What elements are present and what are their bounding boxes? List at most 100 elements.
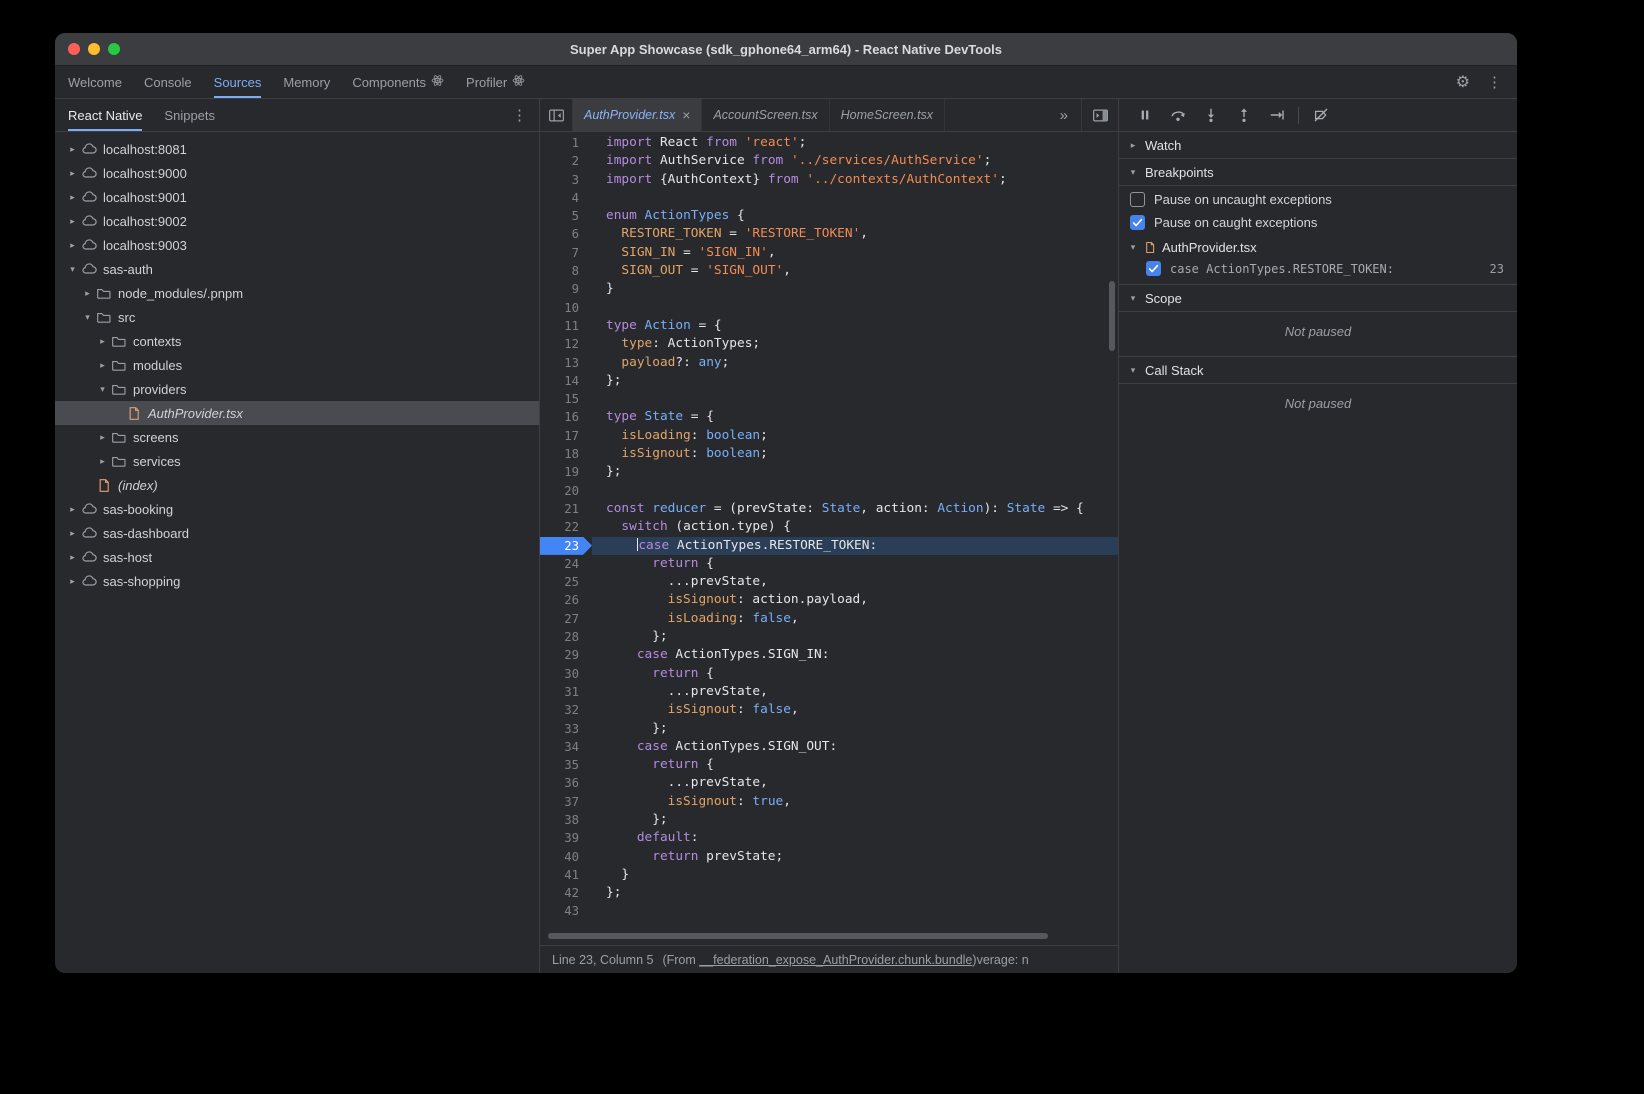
tab-sources[interactable]: Sources	[214, 66, 262, 98]
code-text[interactable]: const reducer = (prevState: State, actio…	[592, 500, 1118, 518]
tree-item-localhost-9003[interactable]: ▸localhost:9003	[55, 233, 539, 257]
more-options-kebab-icon[interactable]: ⋮	[1487, 73, 1502, 91]
line-number[interactable]: 28	[540, 628, 592, 646]
breakpoints-section-header[interactable]: ▾ Breakpoints	[1119, 159, 1517, 186]
code-text[interactable]: RESTORE_TOKEN = 'RESTORE_TOKEN',	[592, 225, 1118, 243]
code-text[interactable]: case ActionTypes.RESTORE_TOKEN:	[592, 537, 1118, 555]
disclosure-collapsed-icon[interactable]: ▸	[65, 504, 80, 515]
line-number[interactable]: 10	[540, 299, 592, 317]
code-text[interactable]: SIGN_OUT = 'SIGN_OUT',	[592, 262, 1118, 280]
pause-icon[interactable]	[1128, 102, 1161, 129]
line-number[interactable]: 13	[540, 354, 592, 372]
line-number[interactable]: 42	[540, 884, 592, 902]
code-text[interactable]: return {	[592, 665, 1118, 683]
tree-item-src[interactable]: ▾src	[55, 305, 539, 329]
breakpoint-entry[interactable]: case ActionTypes.RESTORE_TOKEN:23	[1119, 258, 1517, 279]
line-number[interactable]: 5	[540, 207, 592, 225]
line-number[interactable]: 40	[540, 848, 592, 866]
disclosure-expanded-icon[interactable]: ▾	[1128, 293, 1138, 304]
tree-item-sas-booking[interactable]: ▸sas-booking	[55, 497, 539, 521]
file-tab-authprovider-tsx[interactable]: AuthProvider.tsx×	[573, 99, 702, 131]
code-text[interactable]: isSignout: true,	[592, 793, 1118, 811]
line-number[interactable]: 7	[540, 244, 592, 262]
pause-uncaught-checkbox[interactable]	[1130, 192, 1145, 207]
line-number[interactable]: 12	[540, 335, 592, 353]
disclosure-collapsed-icon[interactable]: ▸	[65, 552, 80, 563]
line-number[interactable]: 22	[540, 518, 592, 536]
tree-item-services[interactable]: ▸services	[55, 449, 539, 473]
breakpoint-line-number[interactable]: 23	[540, 537, 592, 555]
code-text[interactable]: type State = {	[592, 408, 1118, 426]
code-text[interactable]: }	[592, 866, 1118, 884]
tree-item-localhost-9002[interactable]: ▸localhost:9002	[55, 209, 539, 233]
line-number[interactable]: 30	[540, 665, 592, 683]
code-text[interactable]: isSignout: false,	[592, 701, 1118, 719]
minimize-window-button[interactable]	[88, 43, 100, 55]
tab-welcome[interactable]: Welcome	[68, 66, 122, 98]
line-number[interactable]: 21	[540, 500, 592, 518]
code-text[interactable]: import React from 'react';	[592, 134, 1118, 152]
navigator-tab-snippets[interactable]: Snippets	[164, 99, 215, 131]
code-text[interactable]: };	[592, 720, 1118, 738]
tree-item-localhost-8081[interactable]: ▸localhost:8081	[55, 137, 539, 161]
line-number[interactable]: 37	[540, 793, 592, 811]
code-text[interactable]: ...prevState,	[592, 683, 1118, 701]
step-icon[interactable]	[1260, 102, 1293, 129]
tree-item-localhost-9001[interactable]: ▸localhost:9001	[55, 185, 539, 209]
disclosure-collapsed-icon[interactable]: ▸	[95, 336, 110, 347]
line-number[interactable]: 36	[540, 774, 592, 792]
toggle-navigator-panel-icon[interactable]	[540, 99, 573, 131]
line-number[interactable]: 38	[540, 811, 592, 829]
tree-item-sas-dashboard[interactable]: ▸sas-dashboard	[55, 521, 539, 545]
line-number[interactable]: 29	[540, 646, 592, 664]
disclosure-collapsed-icon[interactable]: ▸	[1128, 140, 1138, 151]
code-text[interactable]	[592, 299, 1118, 317]
code-text[interactable]: switch (action.type) {	[592, 518, 1118, 536]
line-number[interactable]: 11	[540, 317, 592, 335]
step-out-icon[interactable]	[1227, 102, 1260, 129]
close-window-button[interactable]	[68, 43, 80, 55]
line-number[interactable]: 17	[540, 427, 592, 445]
code-text[interactable]: default:	[592, 829, 1118, 847]
disclosure-collapsed-icon[interactable]: ▸	[65, 240, 80, 251]
tab-memory[interactable]: Memory	[283, 66, 330, 98]
code-text[interactable]: payload?: any;	[592, 354, 1118, 372]
code-text[interactable]	[592, 902, 1118, 920]
line-number[interactable]: 19	[540, 463, 592, 481]
line-number[interactable]: 1	[540, 134, 592, 152]
line-number[interactable]: 26	[540, 591, 592, 609]
line-number[interactable]: 32	[540, 701, 592, 719]
line-number[interactable]: 24	[540, 555, 592, 573]
code-text[interactable]: ...prevState,	[592, 573, 1118, 591]
code-text[interactable]: case ActionTypes.SIGN_OUT:	[592, 738, 1118, 756]
pause-caught-checkbox[interactable]	[1130, 215, 1145, 230]
tree-item-localhost-9000[interactable]: ▸localhost:9000	[55, 161, 539, 185]
line-number[interactable]: 18	[540, 445, 592, 463]
code-text[interactable]: isLoading: boolean;	[592, 427, 1118, 445]
tree-item-contexts[interactable]: ▸contexts	[55, 329, 539, 353]
tree-item-sas-auth[interactable]: ▾sas-auth	[55, 257, 539, 281]
line-number[interactable]: 33	[540, 720, 592, 738]
deactivate-breakpoints-icon[interactable]	[1304, 102, 1337, 129]
line-number[interactable]: 2	[540, 152, 592, 170]
code-text[interactable]: import AuthService from '../services/Aut…	[592, 152, 1118, 170]
disclosure-expanded-icon[interactable]: ▾	[80, 312, 95, 323]
toggle-debugger-panel-icon[interactable]	[1081, 99, 1118, 131]
disclosure-expanded-icon[interactable]: ▾	[1128, 167, 1138, 178]
close-tab-icon[interactable]: ×	[682, 108, 690, 122]
disclosure-expanded-icon[interactable]: ▾	[95, 384, 110, 395]
code-editor[interactable]: 1import React from 'react';2import AuthS…	[540, 132, 1118, 945]
line-number[interactable]: 25	[540, 573, 592, 591]
line-number[interactable]: 43	[540, 902, 592, 920]
line-number[interactable]: 8	[540, 262, 592, 280]
line-number[interactable]: 20	[540, 482, 592, 500]
code-text[interactable]: };	[592, 372, 1118, 390]
navigator-more-options-icon[interactable]: ⋮	[512, 99, 539, 131]
watch-section-header[interactable]: ▸ Watch	[1119, 132, 1517, 159]
step-into-icon[interactable]	[1194, 102, 1227, 129]
line-number[interactable]: 31	[540, 683, 592, 701]
tab-console[interactable]: Console	[144, 66, 192, 98]
code-text[interactable]: };	[592, 811, 1118, 829]
tab-profiler[interactable]: Profiler	[466, 66, 525, 98]
code-text[interactable]: }	[592, 280, 1118, 298]
